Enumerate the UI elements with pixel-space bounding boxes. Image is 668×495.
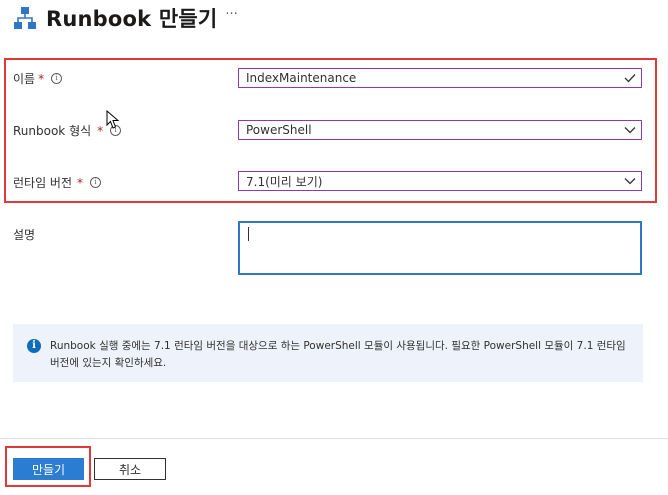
name-input-value: IndexMaintenance bbox=[246, 71, 357, 85]
required-asterisk: * bbox=[97, 123, 104, 138]
description-textarea[interactable] bbox=[238, 221, 642, 275]
required-asterisk: * bbox=[77, 175, 84, 190]
footer-divider bbox=[0, 438, 668, 439]
required-asterisk: * bbox=[38, 71, 45, 86]
runtime-version-dropdown[interactable]: 7.1(미리 보기) bbox=[238, 171, 642, 191]
runtime-version-label: 런타임 버전 * i bbox=[13, 174, 102, 191]
info-circle-icon: i bbox=[27, 339, 41, 353]
info-icon[interactable]: i bbox=[90, 177, 102, 188]
name-label: 이름 * i bbox=[13, 70, 63, 87]
runbook-icon bbox=[14, 7, 36, 29]
chevron-down-icon bbox=[619, 177, 641, 185]
chevron-down-icon bbox=[619, 126, 641, 134]
name-input[interactable]: IndexMaintenance bbox=[238, 68, 642, 88]
page-header: Runbook 만들기 ··· bbox=[12, 0, 238, 36]
more-options-button[interactable]: ··· bbox=[225, 7, 237, 22]
mouse-cursor-icon bbox=[106, 110, 120, 129]
runtime-version-value: 7.1(미리 보기) bbox=[246, 174, 323, 189]
text-caret bbox=[248, 227, 249, 241]
check-icon bbox=[619, 73, 641, 83]
runbook-type-value: PowerShell bbox=[246, 123, 312, 137]
cancel-button[interactable]: 취소 bbox=[94, 458, 166, 480]
info-banner-text: Runbook 실행 중에는 7.1 런타임 버전을 대상으로 하는 Power… bbox=[50, 340, 626, 369]
create-button[interactable]: 만들기 bbox=[13, 458, 84, 480]
runbook-type-dropdown[interactable]: PowerShell bbox=[238, 120, 642, 140]
info-icon[interactable]: i bbox=[51, 73, 63, 84]
description-label: 설명 bbox=[13, 228, 36, 242]
runbook-type-label: Runbook 형식 * i bbox=[13, 122, 122, 139]
page-title: Runbook 만들기 bbox=[46, 7, 218, 31]
info-banner: i Runbook 실행 중에는 7.1 런타임 버전을 대상으로 하는 Pow… bbox=[13, 324, 643, 382]
